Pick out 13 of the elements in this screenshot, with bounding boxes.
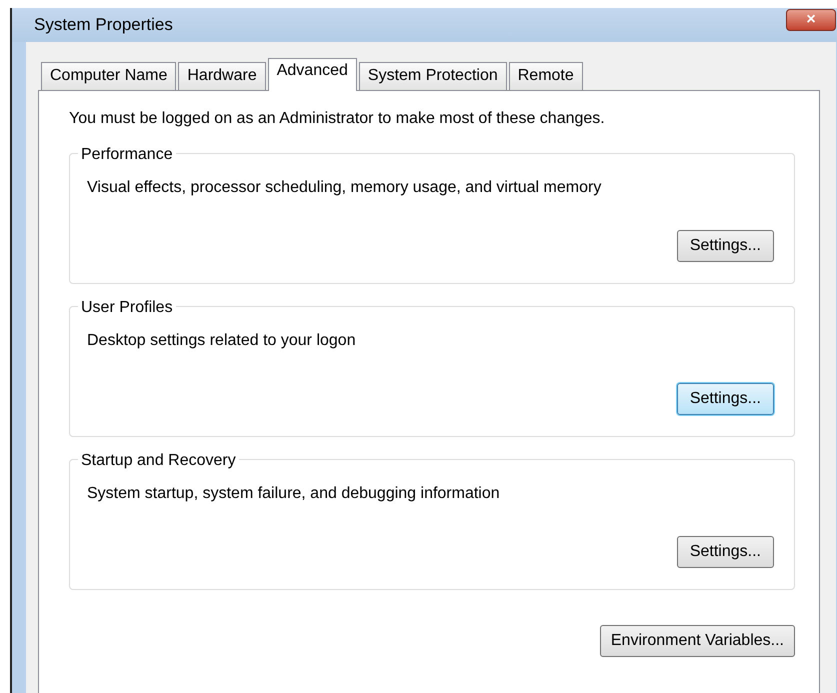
group-description: Visual effects, processor scheduling, memory usage, and virtual memory [87, 178, 602, 198]
tab[interactable]: Advanced [268, 58, 357, 91]
tab[interactable]: Computer Name [41, 62, 176, 90]
environment-variables-button[interactable]: Environment Variables... [600, 625, 795, 657]
tab[interactable]: Hardware [178, 62, 266, 90]
tab[interactable]: Remote [508, 62, 583, 90]
group-description: System startup, system failure, and debugging information [87, 484, 501, 504]
group-description: Desktop settings related to your logon [87, 331, 357, 351]
notice-text: You must be logged on as an Administrator to make most of these changes. [69, 109, 606, 129]
settings-button[interactable]: Settings... [676, 230, 774, 262]
settings-button[interactable]: Settings... [676, 536, 774, 568]
tab[interactable]: System Protection [358, 62, 507, 90]
settings-button[interactable]: Settings... [676, 383, 774, 415]
